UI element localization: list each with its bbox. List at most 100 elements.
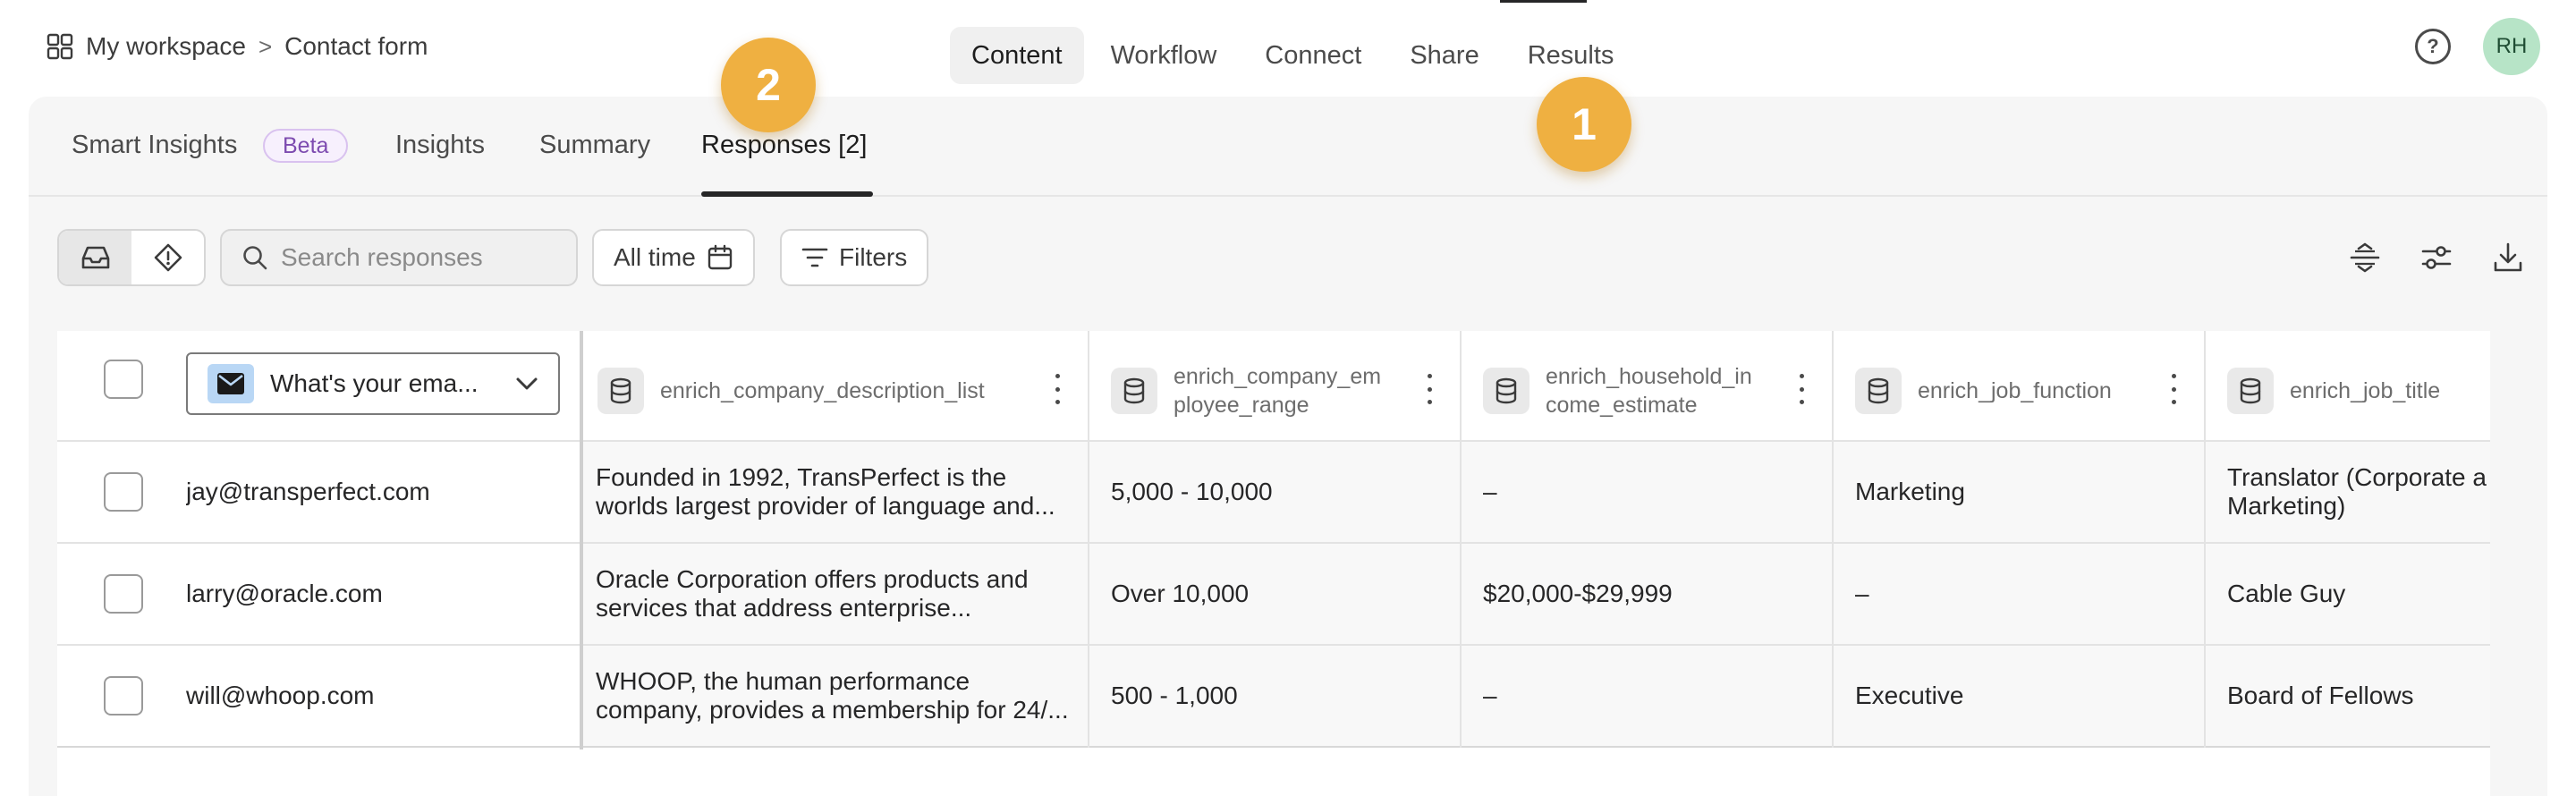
main-nav: Content Workflow Connect Share Results (950, 27, 1635, 84)
tab-smart-insights[interactable]: Smart Insights (72, 131, 237, 160)
column-header-household-income[interactable]: enrich_household_in come_estimate (1483, 361, 1752, 420)
cell-employee-range[interactable]: Over 10,000 (1111, 580, 1249, 608)
cell-job-title[interactable]: Cable Guy (2227, 580, 2490, 608)
results-subtabs: Smart Insights Beta Insights Summary Res… (29, 97, 2547, 197)
chevron-down-icon (516, 377, 538, 390)
question-selector[interactable]: What's your ema... (186, 352, 560, 415)
download-button[interactable] (2490, 240, 2526, 275)
column-header-job-title[interactable]: enrich_job_title (2227, 361, 2440, 420)
grid-icon[interactable] (47, 33, 73, 60)
column-menu-icon[interactable] (2168, 374, 2179, 404)
search-input[interactable] (281, 243, 567, 272)
results-tab-indicator (1500, 0, 1587, 3)
tab-results[interactable]: Results (1506, 27, 1636, 84)
tab-insights[interactable]: Insights (395, 131, 485, 160)
cell-household-income[interactable]: – (1483, 478, 1497, 506)
database-icon (1483, 368, 1530, 414)
step-1-marker: 1 (1537, 77, 1631, 172)
row-checkbox[interactable] (104, 574, 143, 614)
select-all-checkbox[interactable] (104, 360, 143, 399)
row-checkbox[interactable] (104, 472, 143, 512)
mail-badge (208, 364, 254, 403)
cell-description-line[interactable]: services that address enterprise... (596, 594, 1084, 622)
tab-connect[interactable]: Connect (1243, 27, 1383, 84)
cell-employee-range[interactable]: 5,000 - 10,000 (1111, 478, 1273, 506)
row-divider (57, 542, 2490, 544)
column-menu-icon[interactable] (1052, 374, 1063, 404)
column-divider (1460, 331, 1462, 748)
date-filter-label: All time (614, 243, 696, 271)
download-icon (2494, 242, 2522, 272)
mail-icon (217, 373, 244, 394)
cell-household-income[interactable]: $20,000-$29,999 (1483, 580, 1673, 608)
beta-badge: Beta (263, 129, 349, 163)
cell-description-line[interactable]: Founded in 1992, TransPerfect is the (596, 463, 1084, 492)
breadcrumb-workspace[interactable]: My workspace (86, 32, 246, 61)
row-email[interactable]: jay@transperfect.com (186, 478, 430, 506)
view-toggle (57, 229, 206, 286)
tab-responses[interactable]: Responses [2] (701, 131, 867, 160)
cell-job-function[interactable]: Marketing (1855, 478, 1965, 506)
column-name: enrich_job_function (1918, 378, 2112, 403)
column-divider (1832, 331, 1834, 748)
cell-job-title-line[interactable]: Marketing) (2227, 492, 2490, 521)
database-icon (2227, 368, 2274, 414)
row-email[interactable]: larry@oracle.com (186, 580, 383, 608)
tab-summary[interactable]: Summary (539, 131, 650, 160)
filter-lines-icon (801, 248, 828, 267)
cell-job-function[interactable]: – (1855, 580, 1869, 608)
filters-button[interactable]: Filters (780, 229, 929, 286)
column-menu-icon[interactable] (1424, 374, 1435, 404)
row-checkbox[interactable] (104, 676, 143, 716)
responses-table: What's your ema... enrich_company_descri… (57, 331, 2490, 796)
cell-job-title[interactable]: Board of Fellows (2227, 682, 2490, 710)
column-name: enrich_job_title (2290, 378, 2441, 403)
tab-workflow[interactable]: Workflow (1089, 27, 1239, 84)
calendar-icon (708, 244, 732, 270)
cell-job-function[interactable]: Executive (1855, 682, 1963, 710)
inbox-icon (81, 246, 109, 269)
column-name: enrich_company_description_list (660, 378, 985, 403)
responses-tab-indicator (701, 191, 873, 197)
search-box (220, 229, 578, 286)
date-filter-button[interactable]: All time (592, 229, 755, 286)
cell-description-line[interactable]: Oracle Corporation offers products and (596, 565, 1084, 594)
cell-description-line[interactable]: WHOOP, the human performance (596, 667, 1084, 696)
partial-responses-button[interactable] (131, 231, 204, 284)
cell-household-income[interactable]: – (1483, 682, 1497, 710)
column-name: enrich_company_em ployee_range (1174, 364, 1382, 418)
sliders-icon (2421, 246, 2452, 269)
column-header-job-function[interactable]: enrich_job_function (1855, 361, 2112, 420)
column-header-description[interactable]: enrich_company_description_list (597, 361, 985, 420)
database-icon (1855, 368, 1902, 414)
tab-share[interactable]: Share (1388, 27, 1500, 84)
tab-content[interactable]: Content (950, 27, 1084, 84)
breadcrumb-separator: > (258, 32, 273, 60)
row-height-icon (2350, 242, 2380, 273)
cell-employee-range[interactable]: 500 - 1,000 (1111, 682, 1238, 710)
column-menu-icon[interactable] (1796, 374, 1807, 404)
cell-description-line[interactable]: worlds largest provider of language and.… (596, 492, 1084, 521)
filters-label: Filters (839, 243, 908, 271)
avatar[interactable]: RH (2483, 18, 2540, 75)
row-height-button[interactable] (2347, 240, 2383, 275)
cell-job-title-line[interactable]: Translator (Corporate a (2227, 463, 2490, 492)
help-icon[interactable]: ? (2415, 29, 2451, 64)
sticky-column-separator[interactable] (580, 331, 583, 749)
database-icon (597, 368, 644, 414)
inbox-view-button[interactable] (59, 231, 131, 284)
column-divider (1088, 331, 1089, 748)
row-divider (57, 746, 2490, 748)
column-name: enrich_household_in come_estimate (1546, 364, 1752, 418)
settings-sliders-button[interactable] (2419, 240, 2454, 275)
cell-description-line[interactable]: company, provides a membership for 24/..… (596, 696, 1084, 724)
search-icon (243, 246, 267, 270)
column-divider (2204, 331, 2206, 748)
step-2-marker: 2 (721, 38, 816, 132)
row-email[interactable]: will@whoop.com (186, 682, 375, 710)
row-divider (57, 440, 2490, 442)
breadcrumb: My workspace > Contact form (47, 27, 428, 66)
database-icon (1111, 368, 1157, 414)
column-header-employee-range[interactable]: enrich_company_em ployee_range (1111, 361, 1381, 420)
breadcrumb-form[interactable]: Contact form (284, 32, 428, 61)
